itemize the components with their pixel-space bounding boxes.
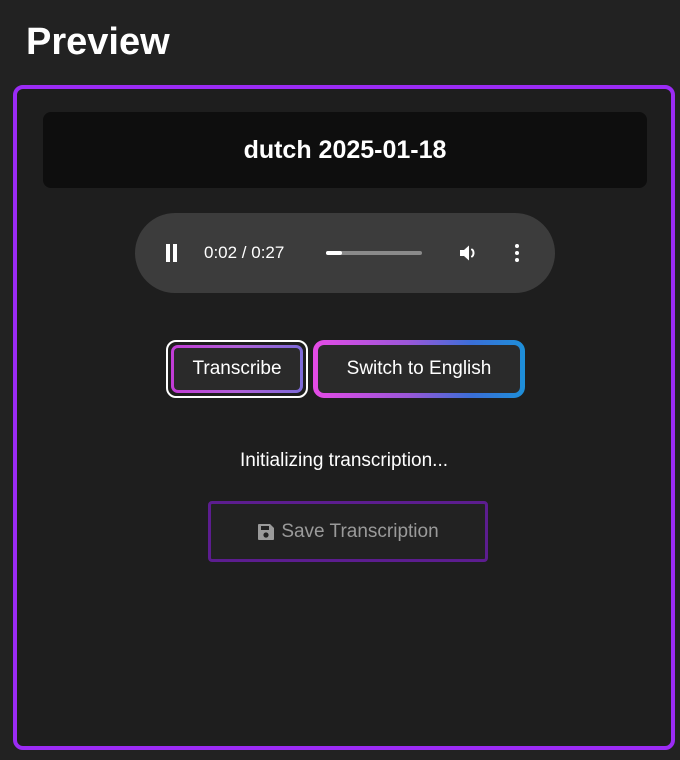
save-transcription-label: Save Transcription <box>281 520 439 542</box>
preview-panel: dutch 2025-01-18 0:02 / 0:27 Transcribe … <box>13 85 675 750</box>
more-options-icon[interactable] <box>511 241 523 265</box>
audio-time: 0:02 / 0:27 <box>204 243 285 262</box>
recording-title: dutch 2025-01-18 <box>243 135 447 164</box>
action-button-row: Transcribe Switch to English <box>17 339 671 399</box>
audio-player[interactable]: 0:02 / 0:27 <box>135 213 555 293</box>
audio-progress-fill <box>326 251 342 255</box>
preview-page: Preview dutch 2025-01-18 0:02 / 0:27 Tra… <box>0 0 680 760</box>
transcription-status: Initializing transcription... <box>239 450 449 471</box>
volume-icon[interactable] <box>457 241 481 265</box>
save-transcription-button[interactable]: Save Transcription <box>208 501 488 562</box>
floppy-disk-icon <box>258 523 275 540</box>
pause-icon[interactable] <box>165 244 177 262</box>
page-title: Preview <box>26 21 170 63</box>
switch-language-button[interactable]: Switch to English <box>313 340 525 398</box>
transcribe-button-label: Transcribe <box>171 345 303 393</box>
recording-title-bar: dutch 2025-01-18 <box>43 112 647 188</box>
transcribe-button[interactable]: Transcribe <box>166 340 308 398</box>
audio-progress-slider[interactable] <box>326 251 422 255</box>
